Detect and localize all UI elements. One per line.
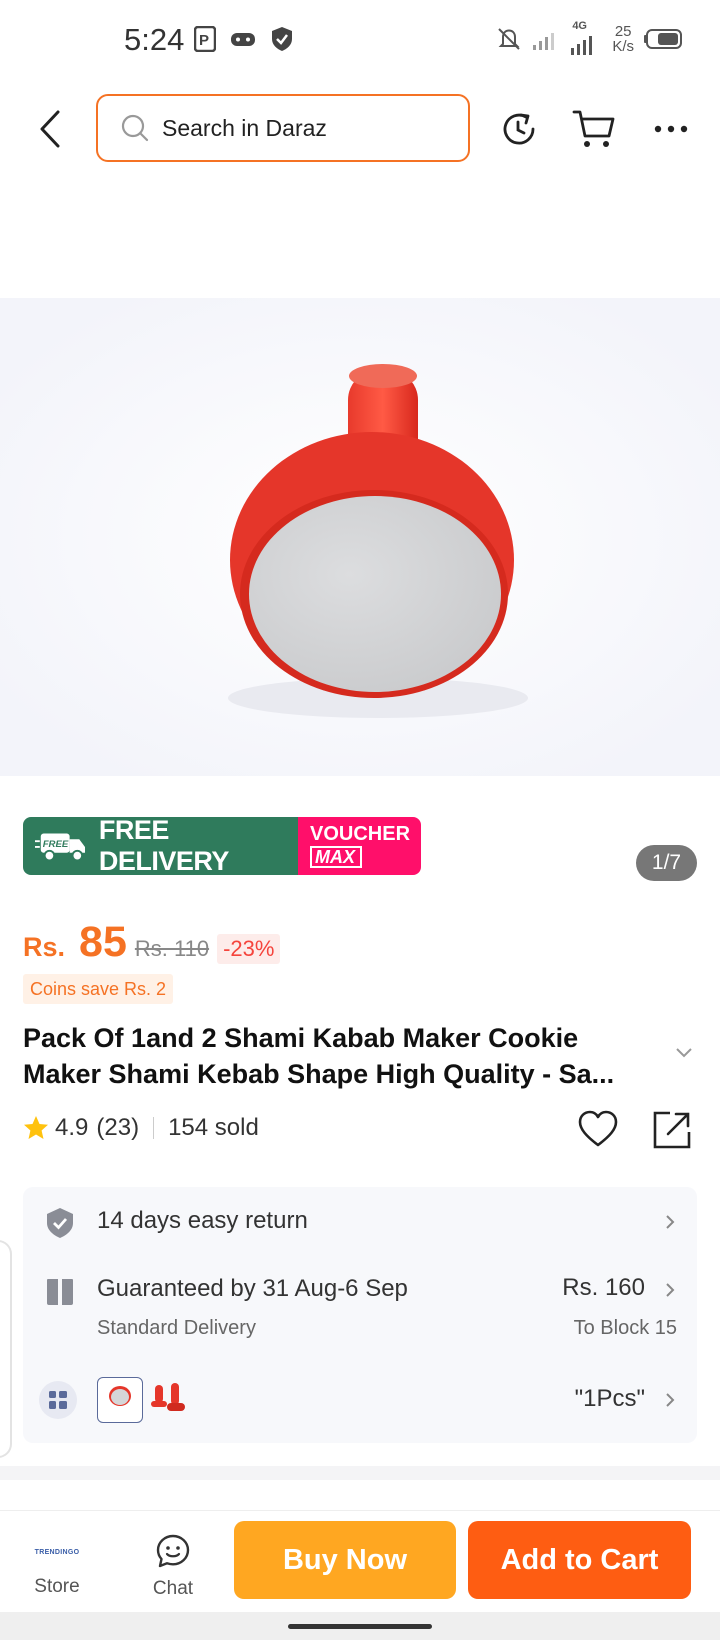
return-policy-row[interactable]: 14 days easy return	[23, 1187, 697, 1257]
rating-value: 4.9	[55, 1114, 89, 1141]
store-logo: TRENDINGO	[34, 1549, 80, 1556]
net-speed: 25 K/s	[612, 23, 634, 55]
search-placeholder: Search in Daraz	[162, 114, 327, 141]
more-options-button[interactable]	[648, 106, 694, 152]
refresh-clock-icon	[503, 113, 535, 145]
product-title: Pack Of 1and 2 Shami Kabab Maker Cookie …	[23, 1023, 615, 1089]
heart-icon	[578, 1110, 618, 1147]
chat-label: Chat	[152, 1578, 194, 1599]
chevron-right-icon	[666, 1393, 675, 1407]
buy-now-button[interactable]: Buy Now	[234, 1521, 456, 1599]
chevron-right-icon	[666, 1283, 675, 1297]
delivery-guarantee-text: Guaranteed by 31 Aug-6 Sep	[97, 1275, 408, 1302]
delivery-price: Rs. 160	[562, 1274, 645, 1301]
store-button[interactable]: TRENDINGO Store	[20, 1521, 94, 1605]
grid-icon	[49, 1391, 67, 1409]
expand-title-button[interactable]	[676, 1045, 692, 1063]
chat-button[interactable]: Chat	[140, 1521, 206, 1605]
bell-off-icon	[498, 28, 521, 50]
shield-check-icon	[47, 1208, 73, 1238]
variant-thumb-1[interactable]	[97, 1377, 143, 1423]
svg-text:FREE: FREE	[43, 839, 69, 850]
product-photo	[0, 298, 720, 776]
wishlist-button[interactable]	[578, 1110, 618, 1153]
status-bar: 5:24 P 4G 25 K/s	[0, 0, 720, 80]
search-icon	[121, 114, 149, 142]
store-label: Store	[34, 1576, 80, 1597]
free-delivery-text: FREE DELIVERY	[98, 817, 230, 875]
variant-thumb-2[interactable]	[147, 1377, 193, 1423]
package-icon	[47, 1279, 73, 1305]
original-price: Rs. 110	[134, 936, 210, 961]
product-image[interactable]	[0, 298, 720, 776]
signal-icon	[533, 33, 555, 50]
free-delivery-badge: FREE FREE DELIVERY	[23, 817, 298, 875]
back-button[interactable]	[30, 104, 70, 154]
more-dots-icon	[654, 125, 688, 133]
section-divider	[0, 1466, 720, 1480]
voucher-max-badge: VOUCHER MAX	[298, 817, 421, 875]
delivery-truck-icon: FREE	[35, 833, 86, 862]
cart-button[interactable]	[571, 106, 617, 152]
discount-badge: -23%	[217, 934, 281, 964]
svg-text:P: P	[199, 32, 209, 49]
delivery-row[interactable]: Guaranteed by 31 Aug-6 Sep Standard Deli…	[23, 1257, 697, 1357]
chevron-down-icon	[676, 1048, 692, 1058]
signal-4g-icon: 4G	[570, 20, 602, 55]
free-delivery-banner[interactable]: FREE FREE DELIVERY VOUCHER MAX	[23, 817, 421, 875]
status-right-icons: 4G 25 K/s	[496, 20, 684, 55]
add-to-cart-button[interactable]: Add to Cart	[468, 1521, 691, 1599]
search-input[interactable]: Search in Daraz	[96, 94, 470, 162]
delivery-location: To Block 15	[573, 1317, 677, 1339]
status-left-icons: P	[194, 26, 294, 52]
home-indicator[interactable]	[288, 1624, 432, 1629]
return-policy-text: 14 days easy return	[97, 1207, 308, 1234]
delivery-type-text: Standard Delivery	[97, 1317, 256, 1339]
side-drawer-handle[interactable]	[0, 1240, 12, 1458]
coins-save-badge: Coins save Rs. 2	[23, 974, 174, 1004]
rating-count: (23)	[96, 1114, 140, 1141]
selected-variant: "1Pcs"	[574, 1385, 645, 1412]
price-row: Rs. 85 Rs. 110 -23%	[23, 918, 281, 967]
gamepad-icon	[231, 33, 255, 46]
variant-image-2	[151, 1383, 185, 1411]
share-button[interactable]	[652, 1110, 692, 1155]
header: Search in Daraz	[0, 94, 720, 164]
sold-count: 154 sold	[168, 1114, 259, 1141]
chat-icon	[156, 1534, 190, 1568]
parking-app-icon: P	[194, 26, 216, 52]
back-arrow-icon	[40, 110, 60, 148]
cart-icon	[572, 110, 615, 147]
system-nav-bar	[0, 1612, 720, 1640]
variant-grid-button[interactable]	[39, 1381, 77, 1419]
image-counter: 1/7	[636, 845, 697, 881]
variant-row[interactable]: "1Pcs"	[23, 1373, 697, 1435]
chevron-right-icon	[666, 1215, 675, 1229]
price-currency: Rs.	[23, 932, 66, 962]
star-icon	[24, 1116, 48, 1139]
divider	[153, 1117, 155, 1139]
battery-icon	[644, 29, 682, 49]
shield-icon	[272, 27, 292, 51]
current-price: 85	[79, 918, 127, 966]
service-info-card: 14 days easy return Guaranteed by 31 Aug…	[23, 1187, 697, 1443]
status-time: 5:24	[124, 22, 185, 57]
rating-row[interactable]: 4.9 (23) 154 sold	[23, 1114, 259, 1142]
bottom-action-bar: TRENDINGO Store Chat Buy Now Add to Cart	[0, 1510, 720, 1610]
variant-image-1	[109, 1386, 131, 1406]
history-button[interactable]	[496, 106, 542, 152]
share-icon	[653, 1111, 691, 1149]
